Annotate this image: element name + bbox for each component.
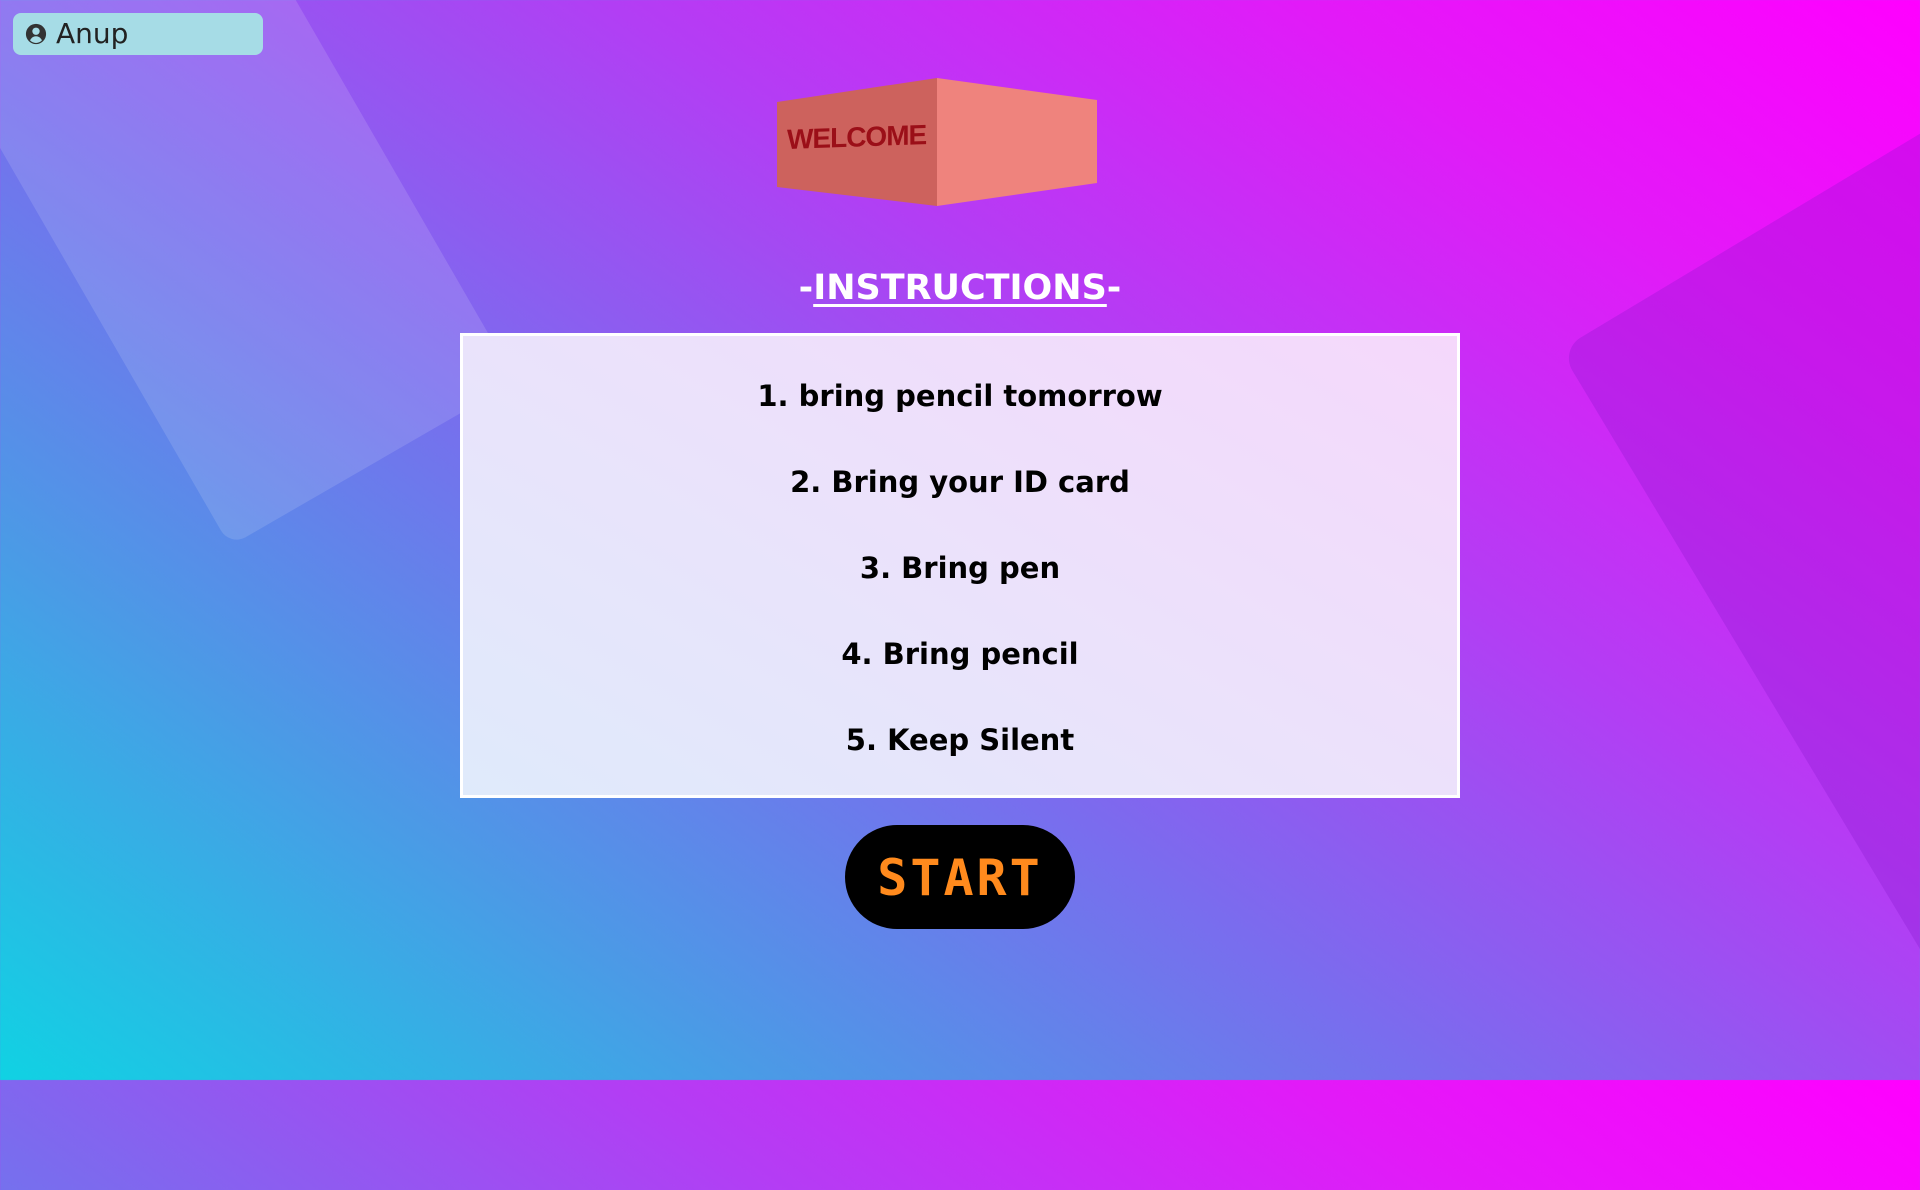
welcome-banner: WELCOME: [777, 78, 1097, 206]
instructions-title: -INSTRUCTIONS-: [0, 267, 1920, 309]
instructions-title-text: INSTRUCTIONS: [813, 268, 1107, 308]
user-circle-icon: [25, 23, 47, 45]
instructions-title-prefix: -: [798, 268, 814, 308]
instruction-item: 2. Bring your ID card: [790, 465, 1130, 499]
instruction-item: 5. Keep Silent: [845, 723, 1075, 757]
user-name: Anup: [56, 17, 129, 50]
instructions-panel: 1. bring pencil tomorrow 2. Bring your I…: [460, 333, 1460, 798]
instruction-item: 3. Bring pen: [859, 551, 1061, 585]
instruction-item: 1. bring pencil tomorrow: [757, 379, 1163, 413]
background-shape-right: [1560, 82, 1920, 1190]
user-badge[interactable]: Anup: [13, 13, 263, 55]
start-button[interactable]: START: [845, 825, 1075, 929]
instruction-item: 4. Bring pencil: [841, 637, 1079, 671]
instructions-title-suffix: -: [1106, 268, 1122, 308]
welcome-text: WELCOME: [787, 119, 927, 155]
